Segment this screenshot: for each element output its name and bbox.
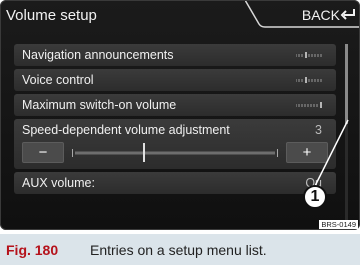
figure-number: Fig. 180 bbox=[6, 242, 59, 258]
caption-text: Entries on a setup menu list. bbox=[90, 242, 267, 258]
figure-caption: Fig. 180 Entries on a setup menu list. bbox=[0, 234, 360, 265]
infotainment-screen: Volume setup BACK Navigation announcemen… bbox=[0, 0, 360, 230]
callout-marker: 1 bbox=[303, 185, 327, 209]
reference-code: BRS-0149 bbox=[319, 220, 358, 229]
